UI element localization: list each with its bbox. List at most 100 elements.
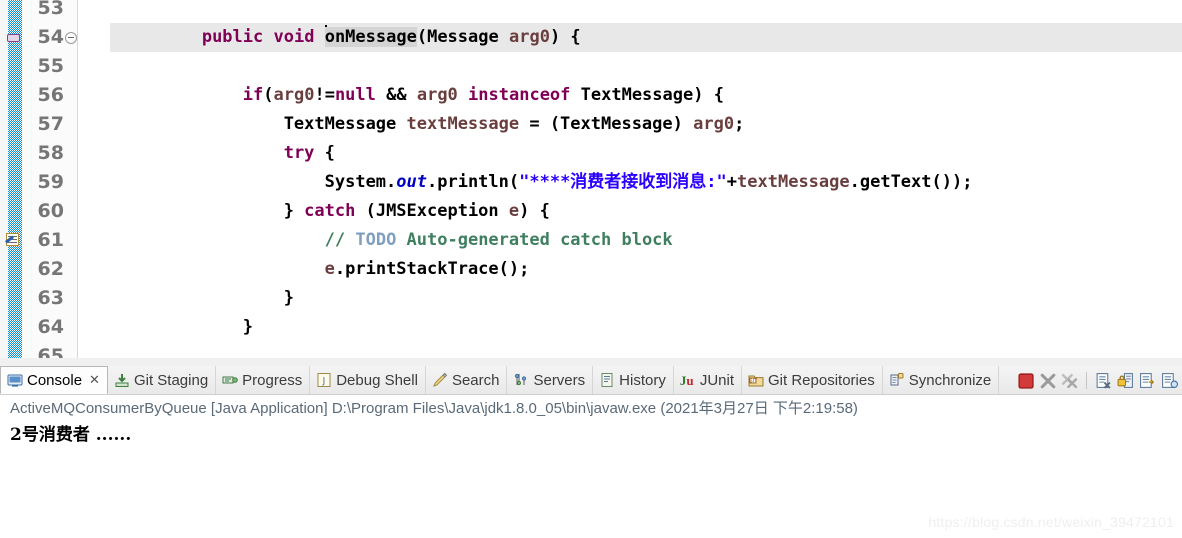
- remove-launch-button[interactable]: [1039, 372, 1056, 389]
- tab-label: Console: [27, 371, 83, 389]
- code-token: ) {: [549, 27, 581, 47]
- code-token: arg0: [693, 114, 735, 134]
- code-token: //: [324, 230, 356, 250]
- line-number: 57: [37, 113, 64, 135]
- line-number: 62: [37, 258, 64, 280]
- debug-shell-icon: J: [316, 372, 332, 388]
- tab-junit[interactable]: Ju JUnit: [674, 366, 743, 394]
- code-token: .printStackTrace();: [334, 259, 530, 279]
- editor-left-margin: [0, 0, 8, 366]
- search-icon: [432, 372, 448, 388]
- line-number: 56: [37, 84, 64, 106]
- code-line[interactable]: TextMessage textMessage = (TextMessage) …: [79, 110, 745, 139]
- console-toolbar[interactable]: [1013, 366, 1182, 394]
- code-token: textMessage: [737, 172, 850, 192]
- console-process-header: ActiveMQConsumerByQueue [Java Applicatio…: [10, 400, 858, 417]
- code-token: void: [273, 27, 315, 47]
- tab-search[interactable]: Search: [426, 366, 508, 394]
- code-line[interactable]: } catch (JMSException e) {: [79, 197, 550, 226]
- line-number: 64: [37, 316, 64, 338]
- line-number: 53: [37, 0, 64, 19]
- code-line[interactable]: }: [79, 284, 294, 313]
- code-line[interactable]: }: [79, 313, 253, 342]
- code-token: ;: [734, 114, 745, 134]
- tab-label: Progress: [242, 371, 303, 389]
- line-number: 61: [37, 229, 64, 251]
- scroll-lock-button[interactable]: [1117, 372, 1134, 389]
- code-line[interactable]: System.out.println("****消费者接收到消息:"+textM…: [79, 168, 973, 197]
- svg-text:J: J: [322, 377, 326, 387]
- line-number: 59: [37, 171, 64, 193]
- code-token: System.: [79, 172, 397, 192]
- code-token: "****消费者接收到消息:": [519, 172, 727, 192]
- view-tab-bar[interactable]: Console ✕ Git Staging Progress J Debug Shell S…: [0, 366, 1182, 395]
- line-number: 55: [37, 55, 64, 77]
- code-token: onMessage: [324, 27, 417, 47]
- code-token: instanceof: [468, 85, 571, 105]
- code-line[interactable]: try {: [79, 139, 335, 168]
- tab-git-repositories[interactable]: GIT Git Repositories: [742, 366, 883, 394]
- code-token: out: [396, 172, 427, 192]
- tab-progress[interactable]: Progress: [216, 366, 311, 394]
- code-token: }: [79, 317, 253, 337]
- code-token: TODO: [355, 230, 397, 250]
- tab-label: Git Repositories: [768, 371, 875, 389]
- svg-text:GIT: GIT: [749, 378, 758, 384]
- code-line[interactable]: e.printStackTrace();: [79, 255, 530, 284]
- code-token: .println(: [427, 172, 520, 192]
- fold-collapse-icon[interactable]: [65, 32, 77, 44]
- code-token: Message: [427, 27, 499, 47]
- override-annotation-icon[interactable]: [7, 34, 20, 42]
- code-token: textMessage: [406, 114, 520, 134]
- line-number: 63: [37, 287, 64, 309]
- code-token: TextMessage: [79, 114, 407, 134]
- tab-debug-shell[interactable]: J Debug Shell: [310, 366, 426, 394]
- todo-task-marker-icon[interactable]: [6, 233, 19, 246]
- pin-console-button[interactable]: [1139, 372, 1156, 389]
- line-number: 60: [37, 200, 64, 222]
- remove-all-launches-button[interactable]: [1061, 372, 1078, 389]
- code-line[interactable]: // TODO Auto-generated catch block: [79, 226, 673, 255]
- editor-horizontal-scrollbar[interactable]: [0, 358, 1182, 366]
- git-staging-icon: [114, 372, 130, 388]
- code-editor[interactable]: 5354555657585960616263646566 public void…: [0, 0, 1182, 366]
- code-token: (JMSException: [355, 201, 509, 221]
- folding-column[interactable]: [64, 0, 78, 366]
- tab-console[interactable]: Console ✕: [0, 366, 108, 394]
- clear-console-button[interactable]: [1095, 372, 1112, 389]
- code-token: (: [416, 27, 428, 47]
- code-line[interactable]: if(arg0!=null && arg0 instanceof TextMes…: [79, 81, 724, 110]
- code-token: .getText());: [849, 172, 973, 192]
- code-token: null: [334, 85, 376, 105]
- code-token: ) {: [519, 201, 550, 221]
- tab-git-staging[interactable]: Git Staging: [108, 366, 217, 394]
- annotation-overview-bar[interactable]: [8, 0, 22, 366]
- display-selected-console-button[interactable]: [1161, 372, 1178, 389]
- tab-label: Servers: [533, 371, 586, 389]
- tab-close-icon[interactable]: ✕: [89, 373, 100, 388]
- history-icon: [599, 372, 615, 388]
- code-token: }: [79, 288, 294, 308]
- junit-icon: Ju: [679, 373, 694, 388]
- tab-synchronize[interactable]: Synchronize: [883, 366, 1000, 394]
- line-number: 54: [37, 26, 64, 48]
- terminate-button[interactable]: [1017, 372, 1034, 389]
- tab-label: Synchronize: [908, 371, 992, 389]
- code-token: &&: [375, 85, 417, 105]
- code-token: e: [324, 259, 335, 279]
- code-token: e: [508, 201, 520, 221]
- code-token: public: [201, 27, 264, 47]
- tab-servers[interactable]: Servers: [507, 366, 594, 394]
- code-line[interactable]: public void onMessage(Message arg0) {: [79, 23, 581, 52]
- tab-label: Search: [451, 371, 500, 389]
- tab-history[interactable]: History: [593, 366, 674, 394]
- eclipse-window: 5354555657585960616263646566 public void…: [0, 0, 1182, 538]
- tab-bar-spacer: [999, 366, 1013, 394]
